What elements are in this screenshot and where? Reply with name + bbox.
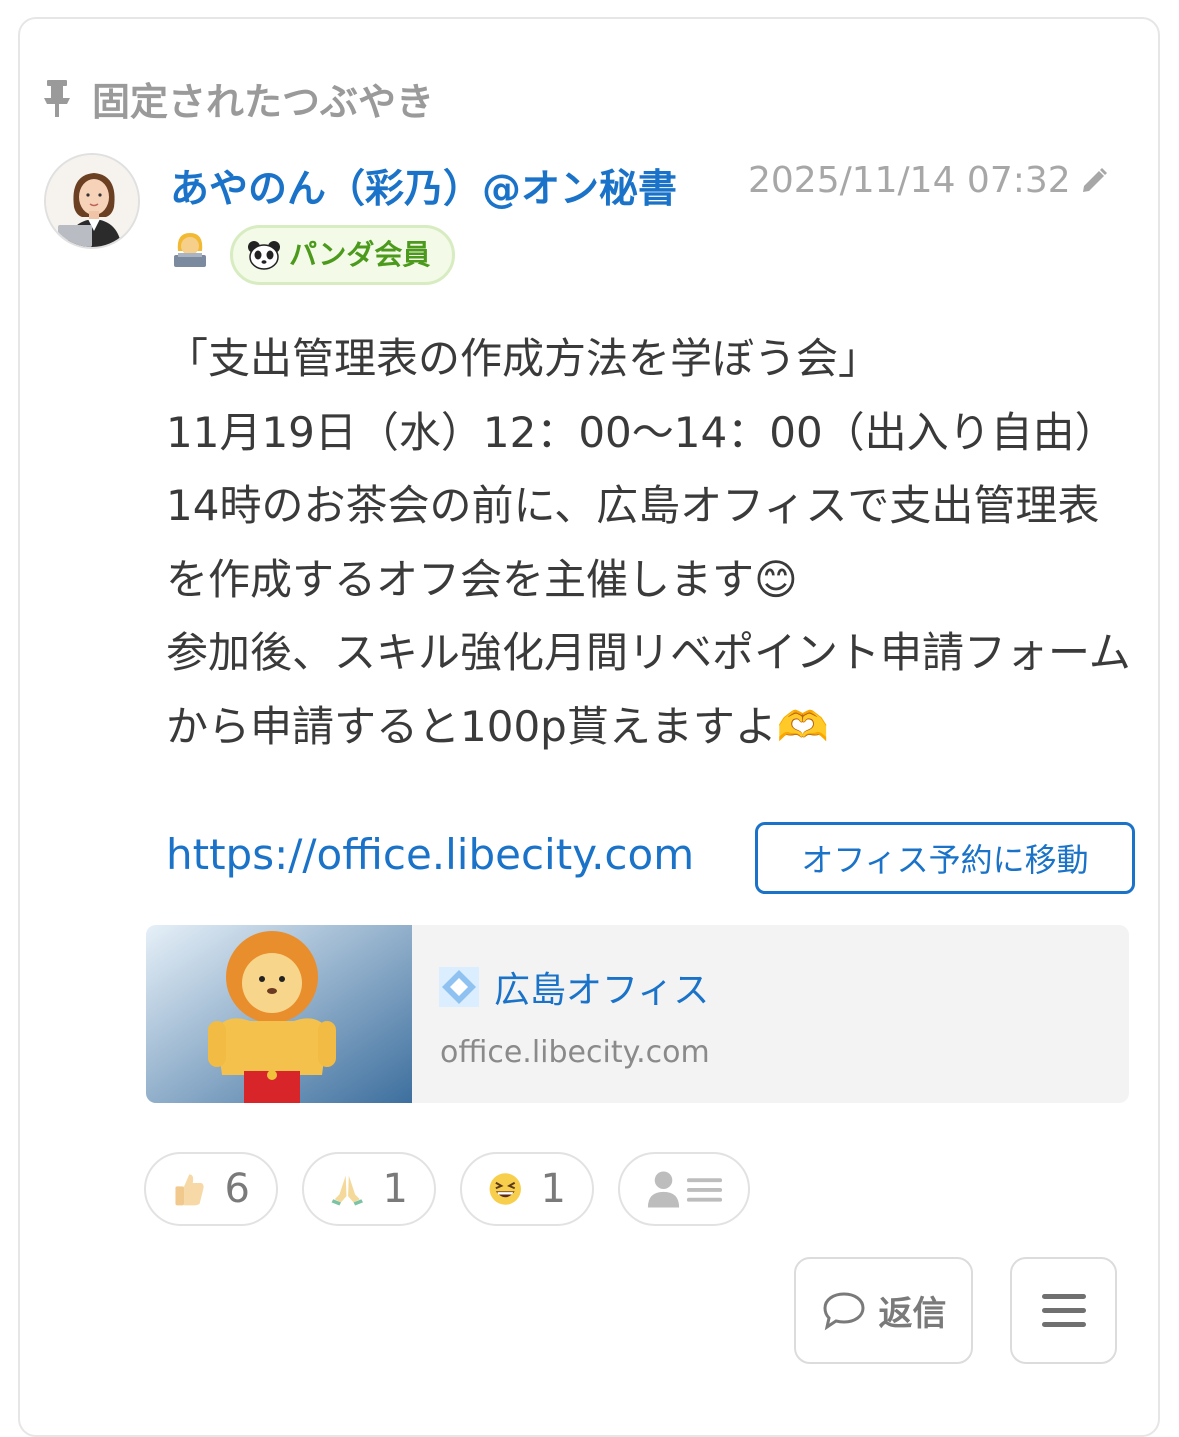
- post-timestamp: 2025/11/14 07:32: [748, 160, 1109, 201]
- hamburger-menu-icon: [1041, 1293, 1086, 1327]
- reaction-count: 6: [224, 1166, 250, 1212]
- author-name-text[interactable]: あやのん（彩乃）@オン秘書: [170, 167, 677, 212]
- post-body: 「支出管理表の作成方法を学ぼう会」 11月19日（水）12：00〜14：00（出…: [166, 334, 1131, 751]
- preview-thumbnail: [146, 925, 412, 1103]
- pencil-icon[interactable]: [1079, 166, 1109, 196]
- thumbs-up-emoji: [175, 1174, 204, 1206]
- reaction-users-button[interactable]: [618, 1152, 750, 1226]
- reactions-bar: 6 1 1: [144, 1152, 750, 1226]
- badge-label: パンダ会員: [289, 238, 431, 271]
- preview-info: 広島オフィス office.libecity.com: [412, 925, 1129, 1103]
- reply-label[interactable]: 返信: [879, 1286, 947, 1335]
- reaction-count: 1: [540, 1166, 566, 1212]
- woman-technologist-emoji: [170, 223, 210, 286]
- reaction-count: 1: [382, 1166, 408, 1212]
- more-menu-button[interactable]: [1010, 1257, 1117, 1364]
- link-preview-card[interactable]: 広島オフィス office.libecity.com: [146, 925, 1129, 1103]
- link-row: https://office.libecity.com オフィス予約に移動: [166, 822, 1146, 894]
- pinned-label: 固定されたつぶやき: [92, 79, 435, 124]
- reply-button[interactable]: 返信: [794, 1257, 973, 1364]
- timestamp-text: 2025/11/14 07:32: [748, 160, 1071, 201]
- grinning-squinting-emoji: [489, 1173, 521, 1205]
- preview-domain: office.libecity.com: [440, 1035, 710, 1070]
- reaction-thumbs-up[interactable]: 6: [144, 1152, 278, 1226]
- speech-bubble-icon: [822, 1291, 865, 1330]
- membership-badge: パンダ会員: [230, 224, 456, 285]
- author-name[interactable]: あやのん（彩乃）@オン秘書 パンダ会員: [170, 158, 690, 286]
- post-link[interactable]: https://office.libecity.com: [166, 830, 736, 879]
- reaction-grinning[interactable]: 1: [460, 1152, 594, 1226]
- office-reserve-button[interactable]: オフィス予約に移動: [755, 822, 1135, 894]
- site-favicon-icon: [439, 967, 479, 1007]
- pin-icon: [44, 80, 70, 117]
- user-list-icon: [647, 1171, 723, 1208]
- reaction-folded-hands[interactable]: 1: [302, 1152, 436, 1226]
- panda-icon: [248, 240, 280, 270]
- pinned-header: 固定されたつぶやき: [40, 72, 434, 124]
- avatar[interactable]: [44, 153, 140, 249]
- folded-hands-emoji: [331, 1175, 363, 1206]
- preview-title[interactable]: 広島オフィス: [438, 961, 709, 1013]
- preview-title-text[interactable]: 広島オフィス: [494, 961, 709, 1013]
